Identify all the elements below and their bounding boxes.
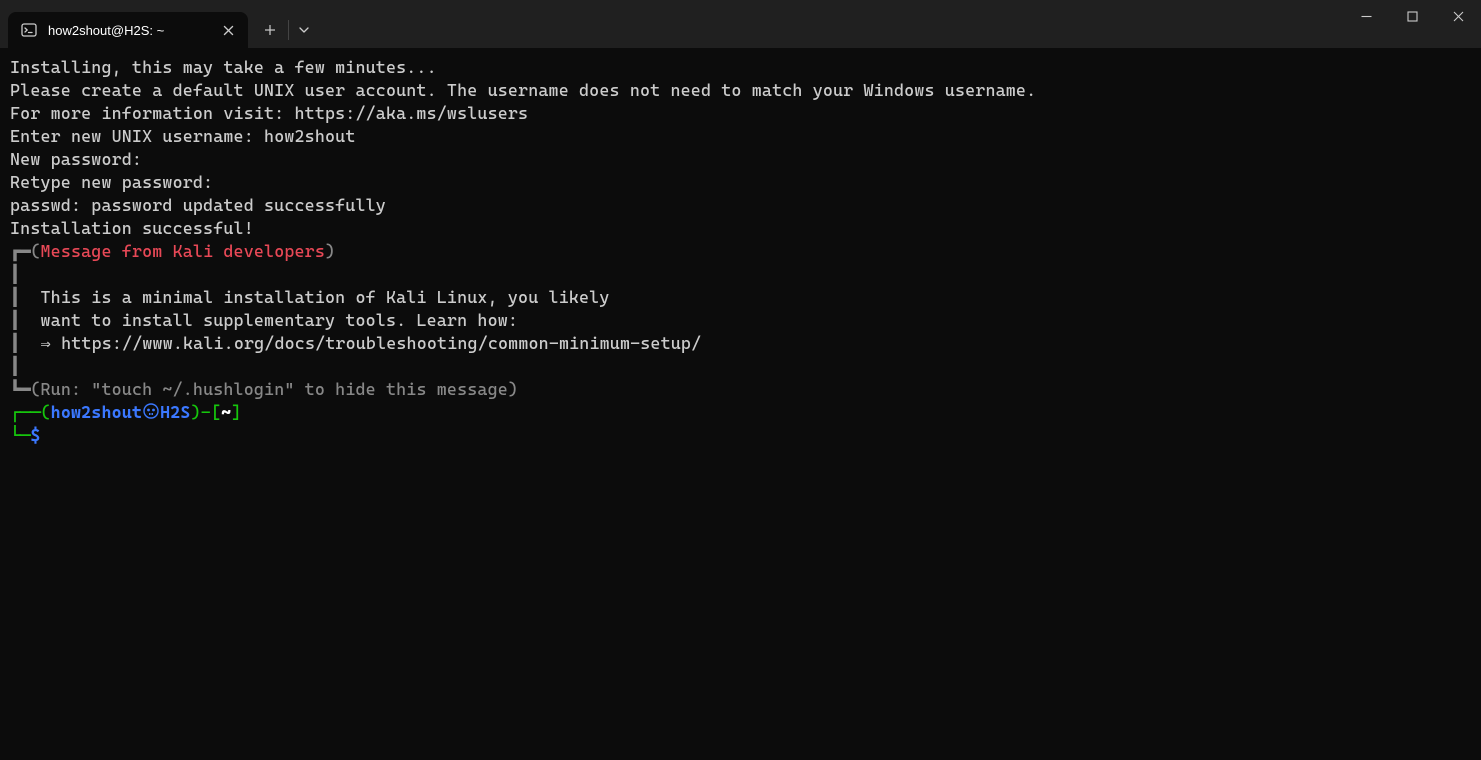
paren: ) — [191, 402, 201, 422]
box-border: ┃ — [10, 356, 20, 376]
output-line: passwd: password updated successfully — [10, 195, 386, 215]
maximize-button[interactable] — [1389, 0, 1435, 32]
close-icon — [223, 25, 234, 36]
box-border: ┃ — [10, 264, 20, 284]
output-line: Retype new password: — [10, 172, 213, 192]
bracket: ] — [231, 402, 241, 422]
titlebar: how2shout@H2S: ~ — [0, 0, 1481, 48]
paren: ) — [508, 379, 518, 399]
paren: ( — [30, 379, 40, 399]
close-window-button[interactable] — [1435, 0, 1481, 32]
box-border: ┃ — [10, 287, 20, 307]
output-line: Installation successful! — [10, 218, 254, 238]
message-header: Message from Kali developers — [41, 241, 326, 261]
tab-close-button[interactable] — [218, 20, 238, 40]
box-border: ┃ — [10, 333, 20, 353]
output-line: New password: — [10, 149, 142, 169]
output-line: For more information visit: https://aka.… — [10, 103, 528, 123]
terminal-output[interactable]: Installing, this may take a few minutes.… — [0, 48, 1481, 760]
prompt-host: H2S — [160, 402, 190, 422]
output-line: Enter new UNIX username: — [10, 126, 264, 146]
close-icon — [1453, 11, 1464, 22]
hush-hint: Run: "touch ~/.hushlogin" to hide this m… — [41, 379, 508, 399]
prompt-dollar: $ — [30, 425, 40, 445]
message-body: ⇒ https://www.kali.org/docs/troubleshoot… — [20, 333, 701, 353]
chevron-down-icon — [299, 27, 309, 33]
box-border: ┃ — [10, 310, 20, 330]
prompt-dash: - — [201, 402, 211, 422]
bracket: [ — [211, 402, 221, 422]
tab-active[interactable]: how2shout@H2S: ~ — [8, 12, 248, 48]
output-line: Please create a default UNIX user accoun… — [10, 80, 1036, 100]
new-tab-button[interactable] — [252, 12, 288, 48]
box-border: ┏━ — [10, 241, 30, 261]
tab-actions — [252, 12, 319, 48]
output-line: Installing, this may take a few minutes.… — [10, 57, 437, 77]
message-body: This is a minimal installation of Kali L… — [20, 287, 609, 307]
skull-icon — [142, 402, 160, 420]
minimize-button[interactable] — [1343, 0, 1389, 32]
tab-title: how2shout@H2S: ~ — [48, 23, 208, 38]
entered-username: how2shout — [264, 126, 355, 146]
prompt-decor: └─ — [10, 425, 30, 445]
minimize-icon — [1361, 11, 1372, 22]
maximize-icon — [1407, 11, 1418, 22]
window-controls — [1343, 0, 1481, 48]
plus-icon — [264, 24, 276, 36]
prompt-path: ~ — [221, 402, 231, 422]
tab-strip: how2shout@H2S: ~ — [0, 0, 319, 48]
prompt-user: how2shout — [51, 402, 142, 422]
box-border: ┗━ — [10, 379, 30, 399]
paren: ( — [40, 402, 50, 422]
paren: ( — [30, 241, 40, 261]
prompt-decor: ┌── — [10, 402, 40, 422]
tab-dropdown-button[interactable] — [289, 12, 319, 48]
message-body: want to install supplementary tools. Lea… — [20, 310, 518, 330]
terminal-icon — [20, 21, 38, 39]
paren: ) — [325, 241, 335, 261]
